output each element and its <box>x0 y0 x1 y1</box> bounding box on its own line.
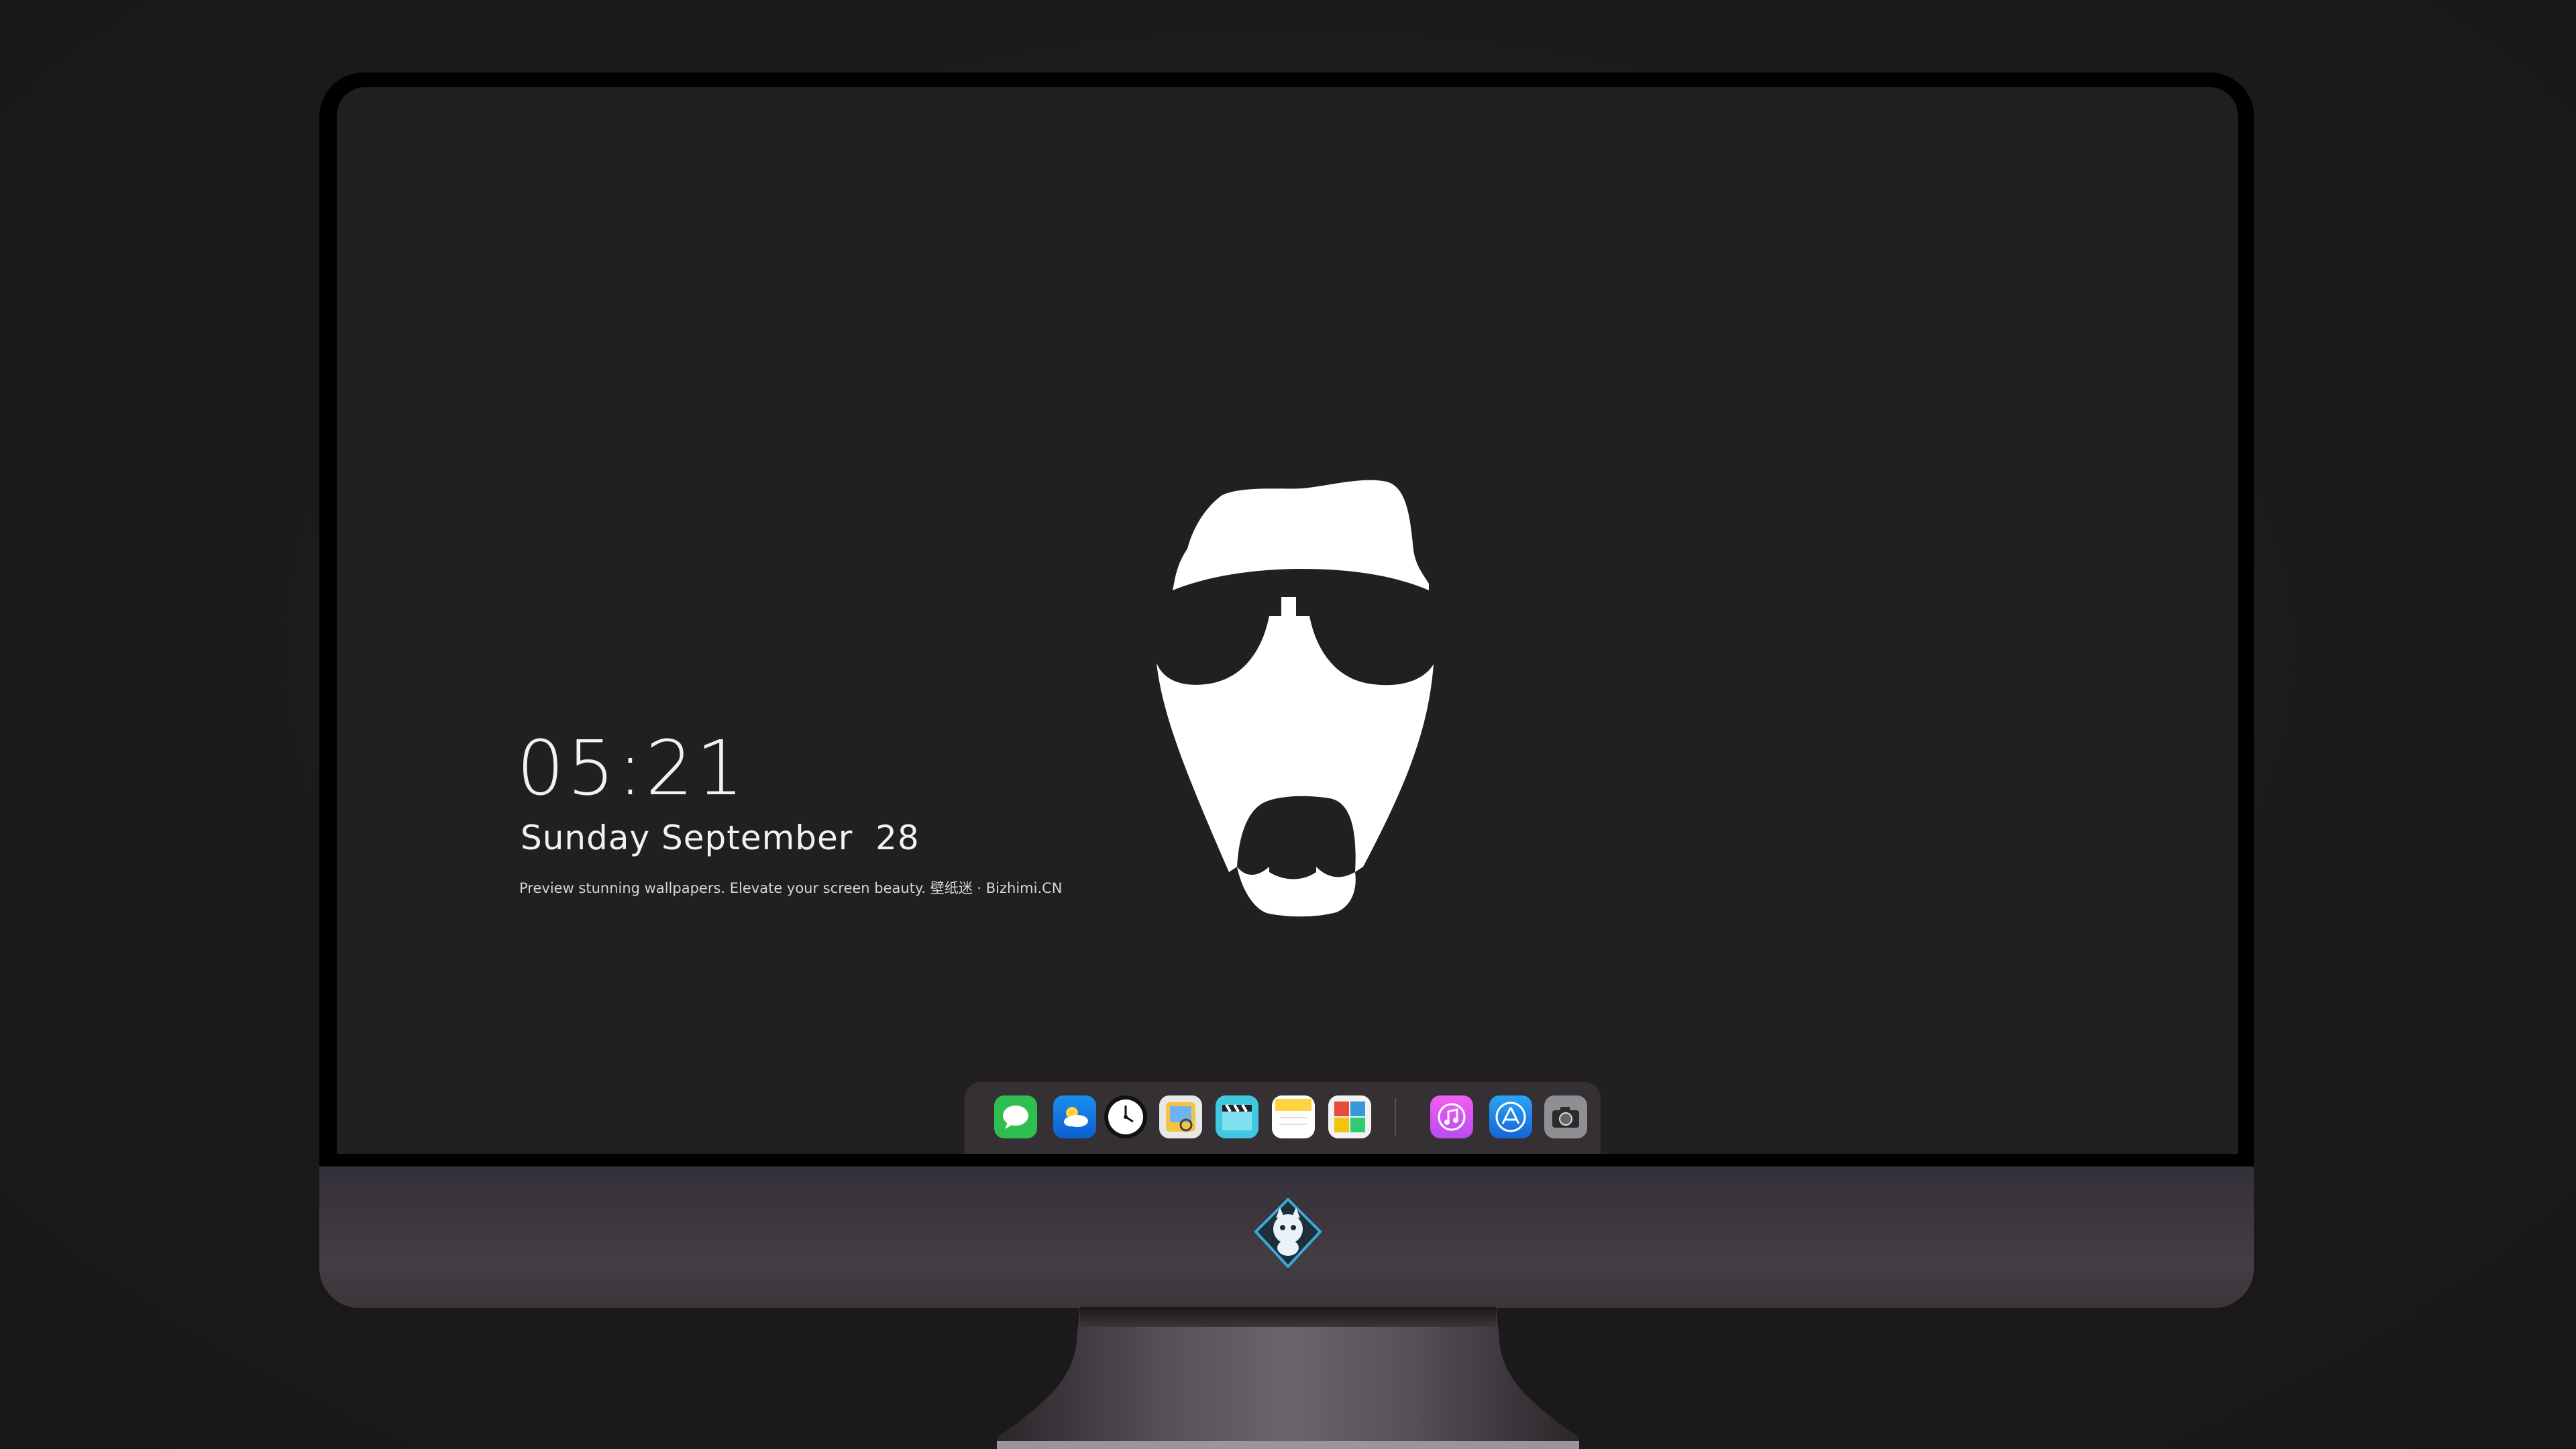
clock-icon[interactable] <box>1104 1095 1147 1138</box>
monitor-screen: 05:21 Sunday September 28 Preview stunni… <box>337 87 2238 1154</box>
monitor-stand <box>997 1307 1579 1449</box>
weather-icon[interactable] <box>1053 1095 1096 1138</box>
wallpaper-tagline: Preview stunning wallpapers. Elevate you… <box>519 880 1063 896</box>
app-store-icon[interactable] <box>1489 1095 1532 1138</box>
lockscreen-time: 05:21 <box>517 725 747 812</box>
preview-icon[interactable] <box>1159 1095 1202 1138</box>
notes-icon[interactable] <box>1272 1095 1315 1138</box>
bearded-man-logo-icon <box>1157 480 1434 917</box>
lockscreen-clock-widget: 05:21 Sunday September 28 Preview stunni… <box>517 731 1063 898</box>
lockscreen-date: Sunday September 28 <box>521 818 920 857</box>
camera-icon[interactable] <box>1544 1095 1587 1138</box>
dock-separator <box>1395 1098 1396 1137</box>
app-dock <box>965 1082 1601 1154</box>
itunes-icon[interactable] <box>1430 1095 1473 1138</box>
photo-booth-icon[interactable] <box>1328 1095 1371 1138</box>
messages-icon[interactable] <box>994 1095 1037 1138</box>
desktop-scene: 05:21 Sunday September 28 Preview stunni… <box>0 0 2576 1449</box>
clips-icon[interactable] <box>1216 1095 1258 1138</box>
cat-astronaut-badge-icon <box>1254 1198 1322 1268</box>
